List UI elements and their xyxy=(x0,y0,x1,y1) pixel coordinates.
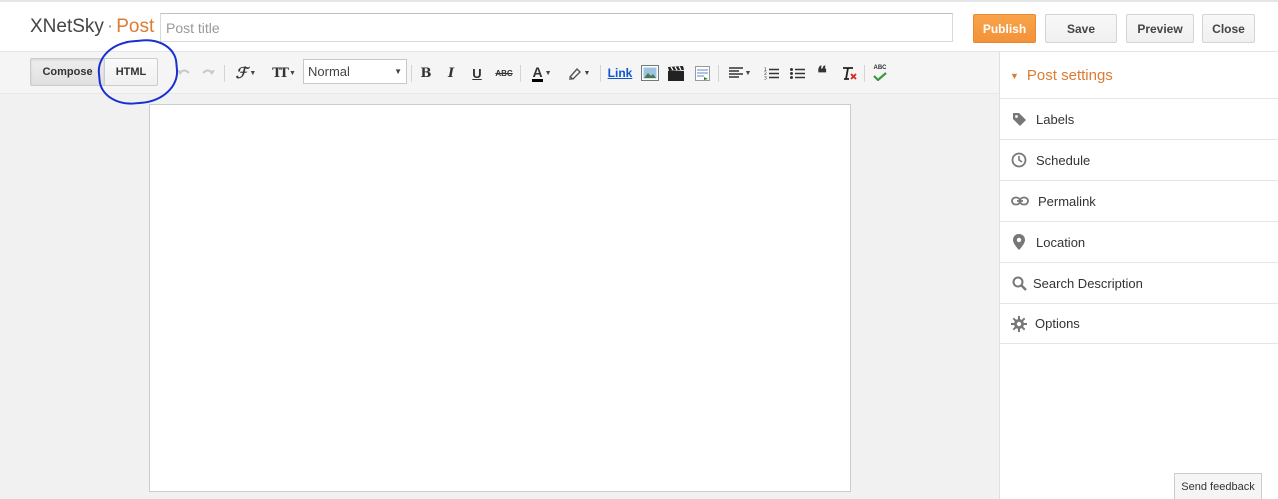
toolbar-divider xyxy=(520,65,521,82)
text-color-icon[interactable]: A ▼ xyxy=(527,62,557,84)
blog-name[interactable]: XNetSky xyxy=(30,16,104,37)
close-button[interactable]: Close xyxy=(1202,14,1255,43)
strikethrough-icon[interactable]: ABC xyxy=(494,62,514,84)
html-mode-button[interactable]: HTML xyxy=(104,58,158,86)
brand: XNetSky · Post xyxy=(30,16,154,38)
clock-icon xyxy=(1011,152,1027,168)
post-settings-sidebar: ▼ Post settings Labels Schedule Permalin… xyxy=(999,52,1278,499)
collapse-triangle-icon: ▼ xyxy=(1010,70,1019,81)
jump-break-icon[interactable] xyxy=(692,62,712,84)
sidebar-item-schedule[interactable]: Schedule xyxy=(1000,139,1278,180)
chevron-down-icon: ▼ xyxy=(288,69,296,77)
size-glyph: TT xyxy=(272,65,289,81)
insert-video-icon[interactable] xyxy=(666,62,686,84)
sidebar-item-label: Location xyxy=(1036,234,1086,250)
insert-link-button[interactable]: Link xyxy=(607,62,633,84)
send-feedback-button[interactable]: Send feedback xyxy=(1174,473,1262,499)
sidebar-item-label: Permalink xyxy=(1038,193,1096,209)
chevron-down-icon: ▼ xyxy=(394,67,402,76)
location-pin-icon xyxy=(1011,234,1027,250)
numbered-list-icon[interactable]: 123 xyxy=(762,62,780,84)
link-icon xyxy=(1011,193,1029,209)
editor-toolbar: Compose HTML ℱ ▼ TT ▼ Normal ▼ B I U ABC A ▼… xyxy=(0,52,999,94)
sidebar-item-label: Labels xyxy=(1036,111,1075,127)
toolbar-divider xyxy=(718,65,719,82)
italic-icon[interactable]: I xyxy=(443,62,459,84)
section-name: Post xyxy=(116,16,155,37)
sidebar-item-label: Schedule xyxy=(1036,152,1091,168)
quote-icon[interactable]: ❝ xyxy=(813,62,831,84)
underline-icon[interactable]: U xyxy=(469,62,485,84)
sidebar-item-label: Options xyxy=(1035,316,1080,331)
remove-formatting-icon[interactable] xyxy=(839,62,859,84)
svg-text:3: 3 xyxy=(764,75,767,80)
bulleted-list-icon[interactable] xyxy=(788,62,806,84)
tag-icon xyxy=(1011,111,1027,127)
save-button[interactable]: Save xyxy=(1045,14,1117,43)
highlight-color-icon[interactable]: ▼ xyxy=(564,62,594,84)
toolbar-divider xyxy=(864,65,865,82)
post-settings-title: Post settings xyxy=(1026,67,1113,84)
paragraph-format-value: Normal xyxy=(308,64,350,79)
spell-check-icon[interactable]: ABC xyxy=(870,62,890,84)
chevron-down-icon: ▼ xyxy=(583,69,591,77)
paragraph-format-select[interactable]: Normal ▼ xyxy=(303,59,407,84)
toolbar-divider xyxy=(600,65,601,82)
toolbar-divider xyxy=(224,65,225,82)
post-settings-header[interactable]: ▼ Post settings xyxy=(1010,67,1113,84)
font-glyph: ℱ xyxy=(235,64,248,82)
toolbar-divider xyxy=(411,65,412,82)
text-color-glyph: A xyxy=(532,63,543,82)
sidebar-item-label: Search Description xyxy=(1033,275,1143,291)
insert-image-icon[interactable] xyxy=(640,62,660,84)
brand-separator: · xyxy=(106,16,114,37)
chevron-down-icon: ▼ xyxy=(544,69,552,77)
gear-icon xyxy=(1011,315,1027,332)
sidebar-item-options[interactable]: Options xyxy=(1000,303,1278,344)
chevron-down-icon: ▼ xyxy=(744,69,752,77)
highlighter-icon xyxy=(568,67,581,80)
font-size-icon[interactable]: TT ▼ xyxy=(268,62,300,84)
post-body-editor[interactable] xyxy=(149,104,851,492)
spellcheck-glyph: ABC xyxy=(873,65,887,71)
compose-mode-button[interactable]: Compose xyxy=(30,58,105,86)
align-icon[interactable]: ▼ xyxy=(725,62,755,84)
search-icon xyxy=(1011,275,1027,291)
top-bar: XNetSky·Post Publish Save Preview Close xyxy=(0,0,1278,52)
chevron-down-icon: ▼ xyxy=(249,69,257,77)
undo-icon[interactable] xyxy=(174,62,192,84)
sidebar-item-search-description[interactable]: Search Description xyxy=(1000,262,1278,303)
preview-button[interactable]: Preview xyxy=(1126,14,1194,43)
font-family-icon[interactable]: ℱ ▼ xyxy=(231,62,261,84)
checkmark-icon xyxy=(873,72,887,81)
bold-icon[interactable]: B xyxy=(417,62,435,84)
redo-icon[interactable] xyxy=(199,62,217,84)
sidebar-item-permalink[interactable]: Permalink xyxy=(1000,180,1278,221)
publish-button[interactable]: Publish xyxy=(973,14,1036,43)
post-title-input[interactable] xyxy=(160,13,953,42)
sidebar-item-location[interactable]: Location xyxy=(1000,221,1278,262)
sidebar-item-labels[interactable]: Labels xyxy=(1000,98,1278,139)
